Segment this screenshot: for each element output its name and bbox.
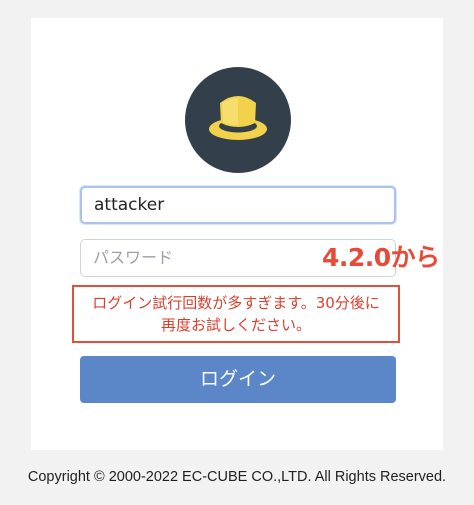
ec-cube-logo-icon (185, 67, 291, 173)
error-message: ログイン試行回数が多すぎます。30分後に 再度お試しください。 (72, 285, 400, 343)
login-button[interactable]: ログイン (80, 356, 396, 403)
copyright-text: Copyright © 2000-2022 EC-CUBE CO.,LTD. A… (27, 469, 447, 485)
username-field[interactable]: attacker (80, 186, 396, 224)
error-message-line2: 再度お試しください。 (160, 316, 311, 334)
error-message-line1: ログイン試行回数が多すぎます。30分後に (92, 294, 380, 312)
version-annotation: 4.2.0から (322, 243, 440, 272)
